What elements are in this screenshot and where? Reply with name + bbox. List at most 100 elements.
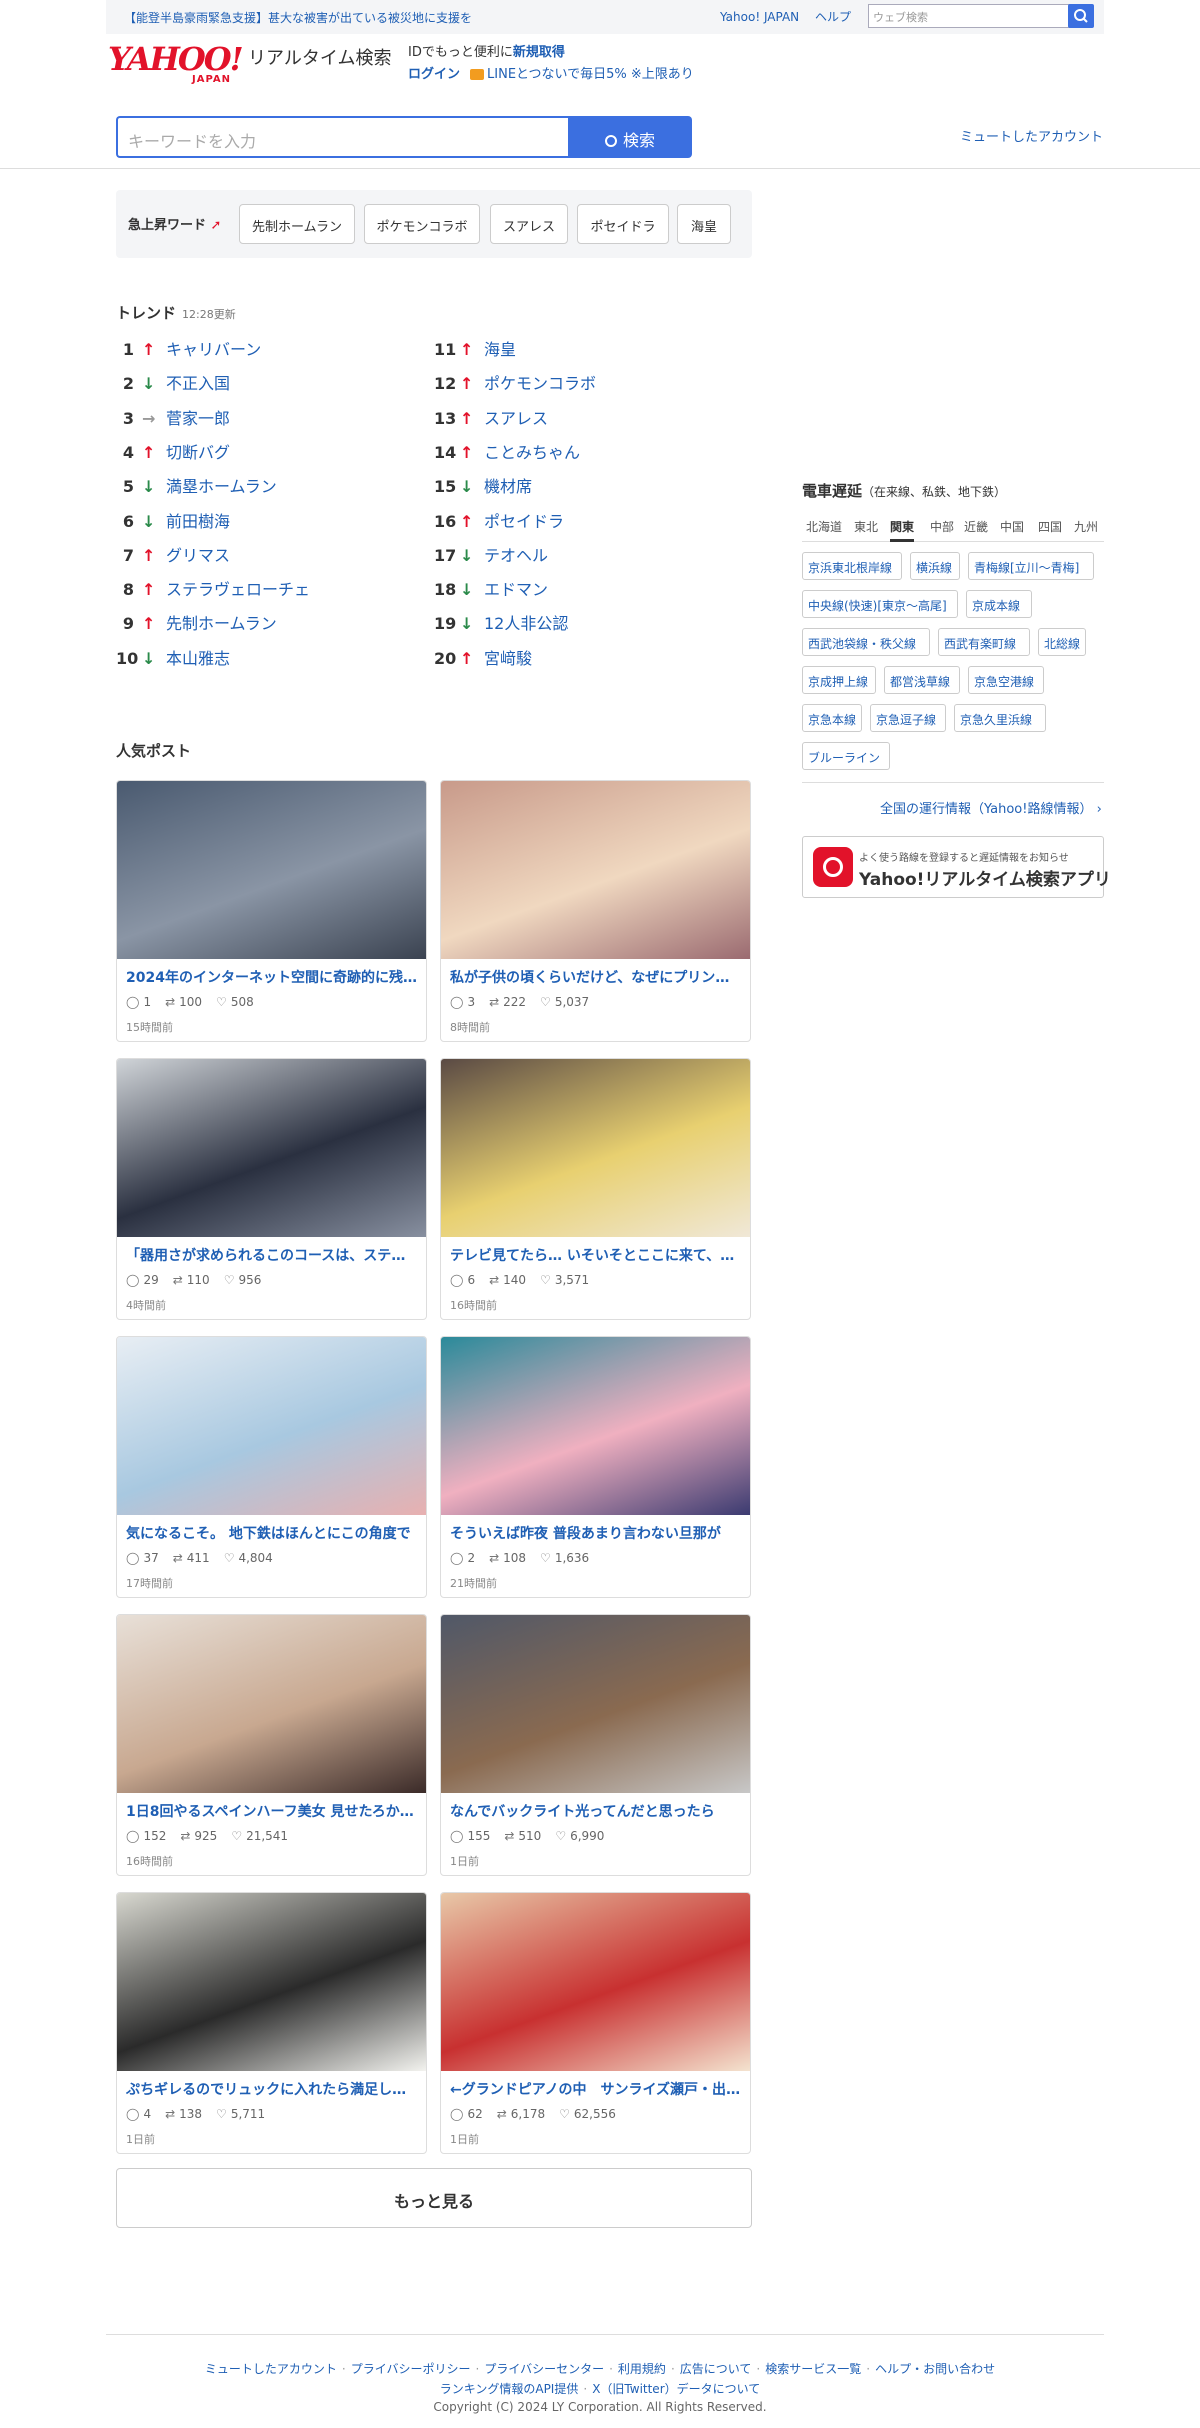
trend-word-link[interactable]: 切断バグ — [166, 443, 230, 462]
post-text[interactable]: そういえば昨夜 普段あまり言わない旦那が — [450, 1523, 742, 1543]
footer-link[interactable]: ミュートしたアカウント — [205, 2362, 337, 2376]
trend-word-link[interactable]: 本山雅志 — [166, 649, 230, 668]
trend-word-link[interactable]: テオヘル — [484, 546, 548, 565]
trend-item[interactable]: 17 ↓ テオヘル — [434, 542, 548, 566]
post-card[interactable]: そういえば昨夜 普段あまり言わない旦那が ◯ 2 ⇄ 108 ♡ 1,636 21時間前 — [440, 1336, 751, 1598]
trend-word-link[interactable]: 宮﨑駿 — [484, 649, 532, 668]
footer-link[interactable]: ランキング情報のAPI提供 — [440, 2382, 579, 2396]
post-thumbnail[interactable] — [117, 1615, 426, 1793]
footer-link[interactable]: ヘルプ・お問い合わせ — [875, 2362, 995, 2376]
trend-item[interactable]: 4 ↑ 切断バグ — [116, 439, 230, 463]
post-thumbnail[interactable] — [117, 781, 426, 959]
yahoo-japan-link[interactable]: Yahoo! JAPAN — [720, 10, 799, 24]
delayed-line-chip[interactable]: 西武有楽町線 — [938, 628, 1030, 656]
more-button[interactable]: もっと見る — [116, 2168, 752, 2228]
trend-word-link[interactable]: ポセイドラ — [484, 512, 564, 531]
post-text[interactable]: 1日8回やるスペインハーフ美女 見せたろかとか — [126, 1801, 418, 1821]
web-search-button[interactable] — [1068, 4, 1094, 28]
post-card[interactable]: 「器用さが求められるこのコースは、ステラヴェローチェ ◯29 ⇄110 ♡956 4時間… — [116, 1058, 427, 1320]
trend-word-link[interactable]: ポケモンコラボ — [484, 374, 596, 393]
post-text[interactable]: なんでバックライト光ってんだと思ったら — [450, 1801, 742, 1821]
trend-word-link[interactable]: 不正入国 — [166, 374, 230, 393]
delayed-line-chip[interactable]: 京成押上線 — [802, 666, 876, 694]
trend-word-link[interactable]: スアレス — [484, 409, 548, 428]
web-search-input[interactable]: ウェブ検索 — [868, 4, 1074, 28]
post-text[interactable]: テレビ見てたら… いそいそとここに来て、寝た — [450, 1245, 742, 1265]
post-thumbnail[interactable] — [441, 1615, 750, 1793]
keyword-search-input[interactable]: キーワードを入力 — [116, 116, 568, 158]
post-text[interactable]: 2024年のインターネット空間に奇跡的に残っている — [126, 967, 418, 987]
trend-item[interactable]: 9 ↑ 先制ホームラン — [116, 610, 277, 634]
register-link[interactable]: 新規取得 — [513, 45, 565, 60]
post-thumbnail[interactable] — [117, 1893, 426, 2071]
post-thumbnail[interactable] — [441, 1337, 750, 1515]
trend-word-link[interactable]: 満塁ホームラン — [166, 477, 277, 496]
delayed-line-chip[interactable]: 京浜東北根岸線 — [802, 552, 902, 580]
post-card[interactable]: 気になるこそ。 地下鉄はほんとにこの角度で ◯ 37 ⇄ 411 ♡ 4,804 17時間前 — [116, 1336, 427, 1598]
delayed-line-chip[interactable]: 西武池袋線・秩父線 — [802, 628, 930, 656]
region-tab[interactable]: 九州 — [1074, 518, 1098, 535]
trend-item[interactable]: 7 ↑ グリマス — [116, 542, 230, 566]
trend-item[interactable]: 15 ↓ 機材席 — [434, 473, 532, 497]
post-text[interactable]: ぷちギレるのでリュックに入れたら満足した模様 — [126, 2079, 418, 2099]
trend-word-link[interactable]: 機材席 — [484, 477, 532, 496]
region-tab[interactable]: 中部 — [930, 518, 954, 535]
delayed-line-chip[interactable]: ブルーライン — [802, 742, 890, 770]
trend-word-link[interactable]: 先制ホームラン — [166, 614, 277, 633]
footer-link[interactable]: プライバシーセンター — [484, 2362, 604, 2376]
trend-item[interactable]: 18 ↓ エドマン — [434, 576, 548, 600]
trend-item[interactable]: 5 ↓ 満塁ホームラン — [116, 473, 277, 497]
post-text[interactable]: ←グランドピアノの中 サンライズ瀬戸・出雲→ — [450, 2079, 742, 2099]
disaster-notice-link[interactable]: 【能登半島豪雨緊急支援】甚大な被害が出ている被災地に支援を — [124, 9, 472, 26]
post-thumbnail[interactable] — [441, 1893, 750, 2071]
trend-item[interactable]: 11 ↑ 海皇 — [434, 336, 516, 360]
post-text[interactable]: 気になるこそ。 地下鉄はほんとにこの角度で — [126, 1523, 418, 1543]
post-card[interactable]: ぷちギレるのでリュックに入れたら満足した模様 ◯ 4 ⇄ 138 ♡ 5,711 1日前 — [116, 1892, 427, 2154]
post-card[interactable]: 私が子供の頃くらいだけど、なぜにプリンセスたちは ◯3 ⇄222 ♡5,037 8時間前 — [440, 780, 751, 1042]
help-link[interactable]: ヘルプ — [815, 10, 851, 24]
post-card[interactable]: テレビ見てたら… いそいそとここに来て、寝た ◯ 6 ⇄ 140 ♡ 3,571 16時間前 — [440, 1058, 751, 1320]
delayed-line-chip[interactable]: 青梅線[立川〜青梅] — [968, 552, 1094, 580]
footer-link[interactable]: 利用規約 — [618, 2362, 666, 2376]
trend-item[interactable]: 2 ↓ 不正入国 — [116, 370, 230, 394]
delayed-line-chip[interactable]: 横浜線 — [910, 552, 960, 580]
trend-item[interactable]: 10 ↓ 本山雅志 — [116, 645, 230, 669]
trend-word-link[interactable]: 菅家一郎 — [166, 409, 230, 428]
line-promo-link[interactable]: LINEとつないで毎日5% ※上限あり — [487, 67, 694, 82]
delayed-line-chip[interactable]: 都営浅草線 — [884, 666, 960, 694]
post-card[interactable]: ←グランドピアノの中 サンライズ瀬戸・出雲→ ◯ 62 ⇄ 6,178 ♡ 62,556 1日… — [440, 1892, 751, 2154]
post-thumbnail[interactable] — [117, 1059, 426, 1237]
post-thumbnail[interactable] — [441, 1059, 750, 1237]
yahoo-logo[interactable]: YAHOO! JAPAN — [108, 40, 258, 86]
footer-link[interactable]: X（旧Twitter）データについて — [592, 2382, 760, 2396]
footer-link[interactable]: 検索サービス一覧 — [765, 2362, 861, 2376]
post-text[interactable]: 「器用さが求められるこのコースは、ステラヴェローチェ — [126, 1245, 418, 1265]
delayed-line-chip[interactable]: 中央線(快速)[東京〜高尾] — [802, 590, 958, 618]
region-tab[interactable]: 東北 — [854, 518, 878, 535]
post-card[interactable]: 1日8回やるスペインハーフ美女 見せたろかとか ◯ 152 ⇄ 925 ♡ 21,541 16… — [116, 1614, 427, 1876]
delayed-line-chip[interactable]: 京急空港線 — [968, 666, 1044, 694]
rising-word-chip[interactable]: 先制ホームラン — [239, 204, 355, 244]
region-tab[interactable]: 北海道 — [806, 518, 842, 535]
trend-item[interactable]: 8 ↑ ステラヴェローチェ — [116, 576, 310, 600]
trend-item[interactable]: 20 ↑ 宮﨑駿 — [434, 645, 532, 669]
post-card[interactable]: 2024年のインターネット空間に奇跡的に残っている ◯1 ⇄100 ♡508 15時間前 — [116, 780, 427, 1042]
delayed-line-chip[interactable]: 京急逗子線 — [870, 704, 946, 732]
trend-item[interactable]: 16 ↑ ポセイドラ — [434, 508, 564, 532]
search-button[interactable]: 検索 — [568, 116, 692, 158]
delayed-line-chip[interactable]: 北総線 — [1038, 628, 1087, 656]
region-tab[interactable]: 関東 — [890, 518, 915, 542]
post-text[interactable]: 私が子供の頃くらいだけど、なぜにプリンセスたちは — [450, 967, 742, 987]
muted-accounts-link[interactable]: ミュートしたアカウント — [960, 126, 1103, 145]
app-banner[interactable]: よく使う路線を登録すると遅延情報をお知らせ Yahoo!リアルタイム検索アプリ — [802, 836, 1111, 898]
delayed-line-chip[interactable]: 京成本線 — [966, 590, 1032, 618]
trend-item[interactable]: 14 ↑ ことみちゃん — [434, 439, 580, 463]
region-tab[interactable]: 中国 — [1000, 518, 1024, 535]
trend-item[interactable]: 1 ↑ キャリバーン — [116, 336, 261, 360]
login-link[interactable]: ログイン — [408, 67, 460, 82]
trend-word-link[interactable]: 海皇 — [484, 340, 516, 359]
trend-word-link[interactable]: 前田樹海 — [166, 512, 230, 531]
footer-link[interactable]: 広告について — [680, 2362, 752, 2376]
all-train-info-link[interactable]: 全国の運行情報（Yahoo!路線情報） › — [880, 798, 1102, 817]
post-card[interactable]: なんでバックライト光ってんだと思ったら ◯ 155 ⇄ 510 ♡ 6,990 1日前 — [440, 1614, 751, 1876]
